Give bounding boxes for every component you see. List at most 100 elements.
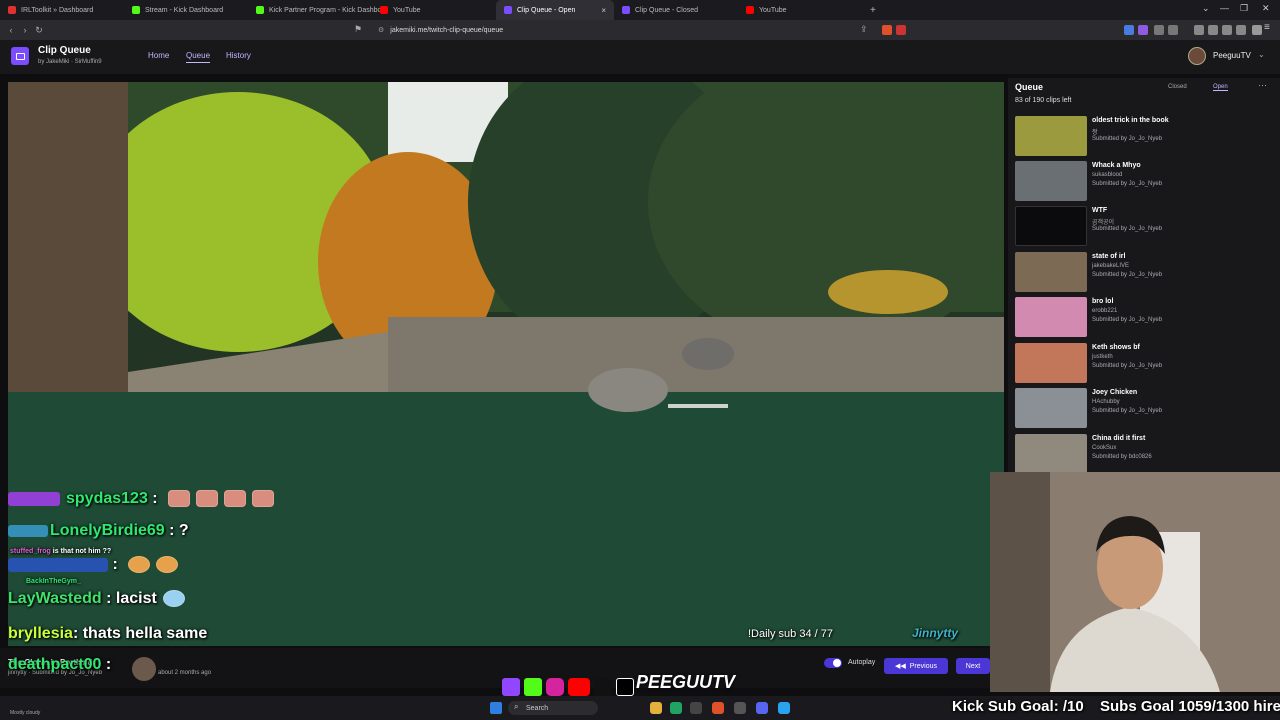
next-button[interactable]: Next (956, 658, 990, 674)
clip-thumbnail (1015, 388, 1087, 428)
tab-clip-queue-open[interactable]: Clip Queue - Open × (496, 0, 614, 20)
close-tab-icon[interactable]: × (575, 6, 606, 15)
chat-emote-icon (252, 490, 275, 508)
clip-submitter: Submitted by Jo_Jo_Nyeb (1092, 226, 1163, 232)
chat-message-small: stuffed_frog is that not him ?? (10, 548, 111, 555)
tab-irltoolkit[interactable]: IRLToolkit » Dashboard (0, 0, 124, 20)
previous-button[interactable]: ◀◀ Previous (884, 658, 948, 674)
minimize-icon[interactable]: — (1220, 3, 1229, 13)
subs-goal: Subs Goal 1059/1300 hire (1100, 698, 1280, 715)
clip-queue-icon (504, 6, 512, 14)
irltoolkit-icon (8, 6, 16, 14)
tiktok-icon (594, 678, 612, 696)
new-tab-button[interactable]: + (862, 0, 882, 20)
sidebar-icon[interactable] (1168, 25, 1178, 35)
menu-icon[interactable]: ≡ (1264, 22, 1270, 33)
queue-closed-button[interactable]: Closed (1168, 84, 1187, 90)
chat-badges-icon (8, 524, 48, 537)
app-icon[interactable] (734, 702, 746, 714)
chat-emote-icon (156, 556, 179, 574)
clip-title: bro lol (1092, 298, 1114, 305)
byline-authors: JakeMiki · SirMuffin9 (46, 59, 102, 65)
clip-submitter: Submitted by Jo_Jo_Nyeb (1092, 272, 1163, 278)
queue-item[interactable]: oldest trick in the book 짱 Submitted by … (1015, 116, 1275, 160)
kick-icon (524, 678, 542, 696)
chat-separator: : (101, 656, 112, 673)
url-field[interactable]: ⚙ jakemiki.me/twitch-clip-queue/queue (372, 23, 908, 37)
tab-clip-queue-closed[interactable]: Clip Queue - Closed (614, 0, 738, 20)
tab-label: Kick Partner Program - Kick Dashbo... (269, 6, 388, 14)
clip-submitter: Submitted by Jo_Jo_Nyeb (1092, 408, 1163, 414)
brave-icon[interactable] (712, 702, 724, 714)
autoplay-toggle[interactable] (824, 658, 842, 668)
user-menu-chevron-icon[interactable]: ⌄ (1258, 50, 1265, 59)
queue-item[interactable]: Joey Chicken HAchubby Submitted by Jo_Jo… (1015, 388, 1275, 432)
maximize-icon[interactable]: ❐ (1240, 3, 1248, 14)
chat-text: ? (178, 522, 189, 539)
queue-item[interactable]: Keth shows bf justketh Submitted by Jo_J… (1015, 343, 1275, 387)
close-window-icon[interactable]: ✕ (1262, 3, 1270, 14)
chat-text: thats hella same (82, 625, 208, 642)
tab-kick-partner[interactable]: Kick Partner Program - Kick Dashbo... (248, 0, 387, 20)
windows-start-icon[interactable] (490, 702, 502, 714)
extension-icon[interactable] (1124, 25, 1134, 35)
extension-icon[interactable] (1222, 25, 1232, 35)
tab-kick-dashboard[interactable]: Stream - Kick Dashboard (124, 0, 248, 20)
byline-by: by (38, 59, 45, 65)
chat-username: BackInTheGym_ (26, 578, 81, 585)
brave-rewards-icon[interactable] (896, 25, 906, 35)
clip-thumbnail (1015, 206, 1087, 246)
tab-youtube[interactable]: YouTube (372, 0, 496, 20)
avatar[interactable] (1188, 47, 1206, 65)
nav-home[interactable]: Home (148, 51, 169, 60)
username[interactable]: PeeguuTV (1213, 51, 1251, 60)
clip-title: Keth shows bf (1092, 344, 1140, 351)
puzzle-icon[interactable] (1154, 25, 1164, 35)
clip-submitter: Submitted by Jo_Jo_Nyeb (1092, 363, 1163, 369)
app-icon[interactable] (670, 702, 682, 714)
queue-item[interactable]: bro lol erobb221 Submitted by Jo_Jo_Nyeb (1015, 297, 1275, 341)
extension-icon[interactable] (1208, 25, 1218, 35)
queue-item[interactable]: Whack a Mhyo sukasblood Submitted by Jo_… (1015, 161, 1275, 205)
queue-item[interactable]: state of irl jakebakeLIVE Submitted by J… (1015, 252, 1275, 296)
clip-title: oldest trick in the book (1092, 117, 1169, 124)
queue-item[interactable]: WTF 곰객공이 Submitted by Jo_Jo_Nyeb (1015, 206, 1275, 250)
extension-icon[interactable] (1194, 25, 1204, 35)
telegram-icon[interactable] (778, 702, 790, 714)
file-explorer-icon[interactable] (650, 702, 662, 714)
tab-label: Clip Queue - Closed (635, 6, 699, 14)
discord-icon[interactable] (756, 702, 768, 714)
chat-username: LonelyBirdie69 (50, 522, 165, 539)
chat-emote-icon (162, 590, 185, 608)
share-icon[interactable]: ⇪ (860, 24, 868, 35)
clip-thumbnail (1015, 116, 1087, 156)
forward-icon[interactable]: › (18, 25, 32, 35)
wallet-icon[interactable] (1252, 25, 1262, 35)
bookmark-icon[interactable]: ⚑ (354, 24, 362, 35)
queue-menu-icon[interactable]: ⋯ (1258, 80, 1267, 91)
back-icon[interactable]: ‹ (4, 25, 18, 35)
brave-shield-icon[interactable] (882, 25, 892, 35)
weather-text: Mostly cloudy (10, 710, 41, 716)
chat-text: lacist (115, 590, 157, 607)
tab-search-icon[interactable]: ⌄ (1202, 3, 1210, 14)
weather-icon[interactable] (10, 697, 34, 711)
chatter-avatar (132, 657, 156, 681)
obs-icon[interactable] (690, 702, 702, 714)
nav-queue[interactable]: Queue (186, 51, 211, 63)
queue-open-button[interactable]: Open (1213, 84, 1228, 91)
extension-icon[interactable] (1138, 25, 1148, 35)
reload-icon[interactable]: ↻ (32, 25, 46, 36)
nav-history[interactable]: History (226, 51, 251, 60)
clip-submitter: Submitted by Jo_Jo_Nyeb (1092, 136, 1163, 142)
clip-queue-logo[interactable] (11, 47, 29, 65)
extension-icon[interactable] (1236, 25, 1246, 35)
chat-message: spydas123 : (8, 490, 275, 508)
clip-thumbnail (1015, 252, 1087, 292)
chat-username: spydas123 (66, 490, 148, 507)
chat-emote-icon (224, 490, 247, 508)
previous-icon: ◀◀ (894, 663, 906, 670)
chat-badges-icon (8, 491, 60, 506)
tab-youtube-2[interactable]: YouTube (738, 0, 862, 20)
taskbar-search-box[interactable]: ⌕ Search (508, 701, 598, 715)
